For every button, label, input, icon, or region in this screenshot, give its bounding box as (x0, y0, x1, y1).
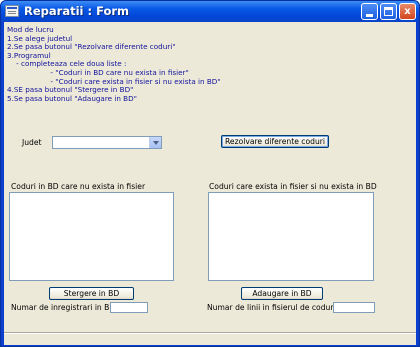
rezolvare-diferente-button[interactable]: Rezolvare diferente coduri (221, 135, 329, 148)
maximize-button[interactable] (380, 3, 397, 20)
judet-label: Judet (22, 138, 42, 147)
chevron-down-icon[interactable] (149, 137, 161, 148)
stergere-in-bd-button[interactable]: Stergere in BD (49, 287, 134, 300)
form-body: Mod de lucru 1.Se alege judetul 2.Se pas… (4, 22, 416, 345)
file-lines-field[interactable] (333, 302, 375, 313)
right-list-header: Coduri care exista in fisier si nu exist… (209, 182, 377, 191)
window-title: Reparatii : Form (24, 4, 130, 18)
bd-count-label: Numar de inregistrari in BD: (11, 303, 118, 312)
minimize-icon (366, 14, 373, 17)
minimize-button[interactable] (361, 3, 378, 20)
status-divider (4, 332, 416, 334)
title-bar[interactable]: Reparatii : Form x (1, 1, 419, 22)
file-lines-label: Numar de linii in fisierul de coduri: (207, 303, 339, 312)
left-list-header: Coduri in BD care nu exista in fisier (11, 182, 146, 191)
coduri-fisier-listbox[interactable] (208, 192, 374, 281)
judet-combobox[interactable] (52, 136, 162, 149)
adaugare-in-bd-button[interactable]: Adaugare in BD (241, 287, 323, 300)
maximize-icon (384, 7, 393, 16)
close-button[interactable]: x (399, 3, 416, 20)
bd-count-field[interactable] (110, 302, 148, 313)
form-icon (5, 5, 19, 17)
coduri-bd-listbox[interactable] (9, 192, 174, 281)
instructions-text: Mod de lucru 1.Se alege judetul 2.Se pas… (7, 25, 221, 103)
app-window: Reparatii : Form x Mod de lucru 1.Se ale… (0, 0, 420, 347)
close-icon: x (404, 6, 411, 17)
